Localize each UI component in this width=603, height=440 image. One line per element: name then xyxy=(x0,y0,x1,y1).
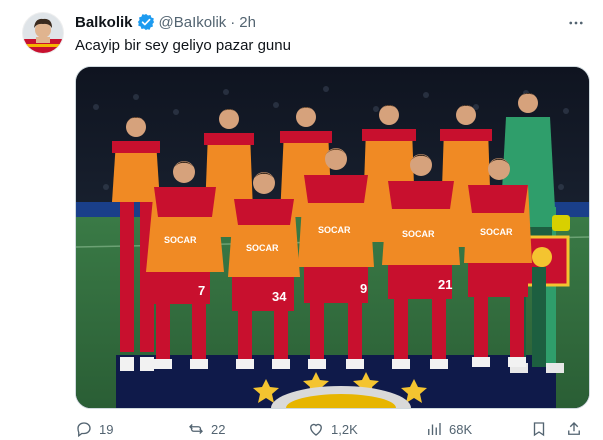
more-icon[interactable] xyxy=(565,12,587,34)
bookmark-icon xyxy=(533,422,545,437)
sponsor-text: SOCAR xyxy=(402,229,435,239)
shirt-number: 34 xyxy=(272,289,287,304)
repost-count: 22 xyxy=(211,421,226,437)
shirt-number: 21 xyxy=(438,277,452,292)
sponsor-text: SOCAR xyxy=(246,243,279,253)
handle[interactable]: @BaIkolik xyxy=(159,14,227,31)
reply-button[interactable]: 19 xyxy=(75,420,113,438)
share-icon xyxy=(568,422,580,435)
tweet-text: Acayip bir sey geliyo pazar gunu xyxy=(75,37,291,54)
shirt-number: 7 xyxy=(198,283,205,298)
views-icon xyxy=(428,423,441,435)
reply-count: 19 xyxy=(99,421,114,437)
tweet-header: Balkolik @BaIkolik · 2h xyxy=(75,12,256,32)
views-count: 68K xyxy=(449,421,473,437)
sponsor-text: SOCAR xyxy=(164,235,197,245)
repost-icon xyxy=(189,424,203,434)
reply-icon xyxy=(77,422,91,438)
like-count: 1,2K xyxy=(331,421,358,437)
views-button[interactable]: 68K xyxy=(425,420,472,438)
sponsor-text: SOCAR xyxy=(480,227,513,237)
like-icon xyxy=(310,423,322,436)
share-button[interactable] xyxy=(565,420,583,438)
like-button[interactable]: 1,2K xyxy=(307,420,358,438)
avatar[interactable] xyxy=(22,12,64,54)
sponsor-text: SOCAR xyxy=(318,225,351,235)
verified-badge-icon xyxy=(137,13,155,31)
timestamp[interactable]: 2h xyxy=(239,14,256,31)
bookmark-button[interactable] xyxy=(530,420,548,438)
tweet-media-photo[interactable]: SOCAR SOCAR SOCAR SOCAR SOCAR 7 34 9 21 xyxy=(75,66,590,409)
display-name[interactable]: Balkolik xyxy=(75,14,133,31)
tweet-card[interactable]: Balkolik @BaIkolik · 2h Acayip bir sey g… xyxy=(0,0,603,438)
action-bar: 19 22 1,2K 68K xyxy=(75,420,588,440)
repost-button[interactable]: 22 xyxy=(187,420,225,438)
separator: · xyxy=(230,13,236,31)
shirt-number: 9 xyxy=(360,281,367,296)
